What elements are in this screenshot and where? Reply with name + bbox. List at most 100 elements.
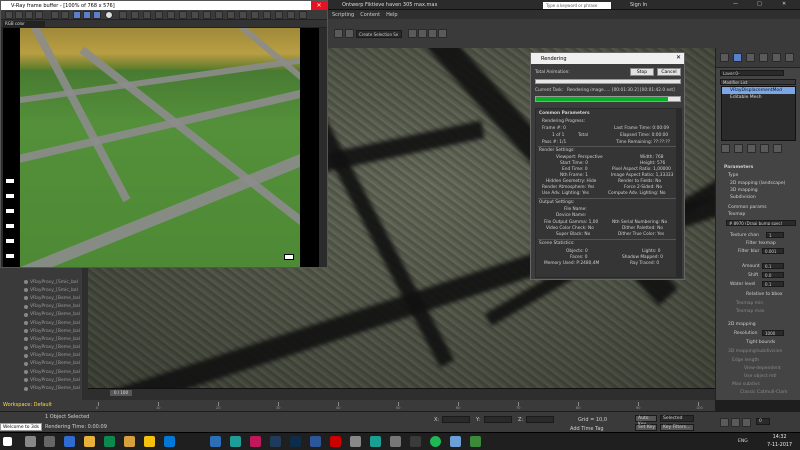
chrome-icon[interactable] xyxy=(144,436,155,447)
green-channel-icon[interactable] xyxy=(83,11,91,19)
app-icon[interactable] xyxy=(450,436,461,447)
photoshop-icon[interactable] xyxy=(270,436,281,447)
type-option-subdivision[interactable]: Subdivision xyxy=(730,195,756,200)
spotify-icon[interactable] xyxy=(430,436,441,447)
app-icon[interactable] xyxy=(230,436,241,447)
use-object-mtl-checkbox[interactable]: Use object mtl xyxy=(744,374,777,379)
edge-icon[interactable] xyxy=(64,436,75,447)
tool-icon[interactable] xyxy=(251,11,259,19)
language-indicator[interactable]: ENG xyxy=(738,439,748,444)
excel-icon[interactable] xyxy=(470,436,481,447)
tool-icon[interactable] xyxy=(35,11,43,19)
red-channel-icon[interactable] xyxy=(73,11,81,19)
type-option-2d[interactable]: 2D mapping (landscape) xyxy=(730,181,785,186)
scene-list-item[interactable]: VRayProxy_[Smic_bal xyxy=(2,278,86,286)
tool-icon[interactable] xyxy=(275,11,283,19)
filter-blur-field[interactable]: 0,001 xyxy=(762,248,784,254)
sign-in-link[interactable]: Sign In xyxy=(630,2,647,8)
current-frame-field[interactable]: 0 xyxy=(756,418,770,425)
task-view-icon[interactable] xyxy=(44,436,55,447)
next-frame-icon[interactable] xyxy=(742,418,751,427)
filter-texmap-checkbox[interactable]: Filter texmap xyxy=(746,241,776,246)
scene-list-item[interactable]: VRayProxy_[Beme_bal xyxy=(2,303,86,311)
configure-sets-icon[interactable] xyxy=(773,144,782,153)
show-end-result-icon[interactable] xyxy=(734,144,743,153)
maximize-icon[interactable]: □ xyxy=(757,1,762,7)
blue-channel-icon[interactable] xyxy=(93,11,101,19)
acrobat-icon[interactable] xyxy=(330,436,341,447)
scene-list-item[interactable]: VRayProxy_[Beme_bal xyxy=(2,352,86,360)
tool-icon[interactable] xyxy=(239,11,247,19)
common-params-heading[interactable]: Common Parameters xyxy=(539,111,590,116)
tool-icon[interactable] xyxy=(155,11,163,19)
create-tab-icon[interactable] xyxy=(720,53,729,62)
pin-stack-icon[interactable] xyxy=(721,144,730,153)
close-icon[interactable]: ✕ xyxy=(311,1,327,10)
close-icon[interactable]: ✕ xyxy=(676,54,681,61)
tool-icon[interactable] xyxy=(299,11,307,19)
maxscript-listener[interactable]: Welcome to 3ds xyxy=(0,423,42,431)
scene-list-item[interactable]: VRayProxy_[Beme_bal xyxy=(2,344,86,352)
utilities-tab-icon[interactable] xyxy=(785,53,794,62)
shift-field[interactable]: 0,0 xyxy=(762,272,784,278)
amount-field[interactable]: 0,1 xyxy=(762,263,784,269)
play-icon[interactable] xyxy=(731,418,740,427)
tight-bounds-checkbox[interactable]: Tight bounds xyxy=(746,340,775,345)
app-icon[interactable] xyxy=(410,436,421,447)
app-icon[interactable] xyxy=(290,436,301,447)
tool-icon[interactable] xyxy=(131,11,139,19)
app-icon[interactable] xyxy=(350,436,361,447)
tool-icon[interactable] xyxy=(203,11,211,19)
scene-list-item[interactable]: VRayProxy_[Beme_bal xyxy=(2,294,86,302)
parameters-heading[interactable]: Parameters xyxy=(724,165,753,170)
close-icon[interactable]: ✕ xyxy=(782,1,786,7)
scene-scrollbar[interactable] xyxy=(82,266,88,400)
tool-icon[interactable] xyxy=(428,29,437,38)
search-icon[interactable] xyxy=(25,436,36,447)
modifier-stack-item[interactable]: VRayDisplacementMod xyxy=(722,87,795,94)
channel-dropdown[interactable]: RGB color xyxy=(3,21,45,27)
prev-frame-icon[interactable] xyxy=(720,418,729,427)
view-dependent-checkbox[interactable]: View-dependent xyxy=(744,366,781,371)
classic-catmull-checkbox[interactable]: Classic Catmull-Clark xyxy=(740,390,788,395)
tool-icon[interactable] xyxy=(438,29,447,38)
z-coord-field[interactable] xyxy=(526,416,554,423)
scene-list-item[interactable]: VRayProxy_[Beme_bal xyxy=(2,311,86,319)
motion-tab-icon[interactable] xyxy=(759,53,768,62)
selected-dropdown[interactable]: Selected xyxy=(660,415,694,422)
word-icon[interactable] xyxy=(310,436,321,447)
selection-set-dropdown[interactable]: Create Selection Se xyxy=(356,30,402,38)
key-filters-button[interactable]: Key Filters... xyxy=(660,424,694,431)
time-slider-track[interactable]: 0 / 100 xyxy=(88,388,715,400)
menu-content[interactable]: Content xyxy=(360,12,380,18)
tool-icon[interactable] xyxy=(51,11,59,19)
tool-icon[interactable] xyxy=(61,11,69,19)
tool-icon[interactable] xyxy=(5,11,13,19)
workspace-selector[interactable]: Workspace: Default xyxy=(0,400,88,411)
tool-icon[interactable] xyxy=(119,11,127,19)
scene-list-item[interactable]: VRayProxy_[Beme_bal xyxy=(2,376,86,384)
search-input[interactable]: Type a keyword or phrase xyxy=(543,2,611,9)
tool-icon[interactable] xyxy=(25,11,33,19)
tool-icon[interactable] xyxy=(215,11,223,19)
hierarchy-tab-icon[interactable] xyxy=(746,53,755,62)
app-icon[interactable] xyxy=(250,436,261,447)
tool-icon[interactable] xyxy=(334,29,343,38)
object-name-field[interactable]: Layer:0- xyxy=(720,70,784,76)
modify-tab-icon[interactable] xyxy=(733,53,742,62)
tool-icon[interactable] xyxy=(263,11,271,19)
minimize-icon[interactable]: — xyxy=(733,1,738,7)
y-coord-field[interactable] xyxy=(484,416,512,423)
explorer-icon[interactable] xyxy=(84,436,95,447)
display-tab-icon[interactable] xyxy=(772,53,781,62)
tool-icon[interactable] xyxy=(179,11,187,19)
scene-list-item[interactable]: VRayProxy_[Beme_bal xyxy=(2,327,86,335)
scene-list-item[interactable]: VRayProxy_[Beme_bal xyxy=(2,335,86,343)
tool-icon[interactable] xyxy=(15,11,23,19)
mail-icon[interactable] xyxy=(164,436,175,447)
tool-icon[interactable] xyxy=(227,11,235,19)
modifier-stack-item[interactable]: Editable Mesh xyxy=(722,94,795,101)
make-unique-icon[interactable] xyxy=(747,144,756,153)
windows-start-icon[interactable] xyxy=(3,437,12,446)
app-icon[interactable] xyxy=(390,436,401,447)
